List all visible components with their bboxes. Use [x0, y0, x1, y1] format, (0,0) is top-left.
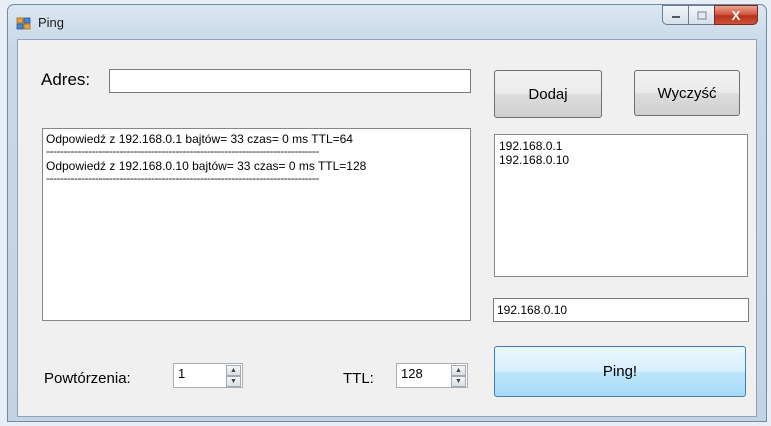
main-window: Ping X Adres: Dodaj Wyczyść Odpowiedź z … [7, 4, 767, 422]
spin-down-icon[interactable]: ▼ [226, 376, 241, 387]
close-icon: X [731, 7, 741, 23]
clear-button[interactable]: Wyczyść [634, 70, 740, 116]
client-area: Adres: Dodaj Wyczyść Odpowiedź z 192.168… [17, 39, 757, 417]
log-line: Odpowiedź z 192.168.0.10 bajtów= 33 czas… [46, 159, 367, 173]
log-list[interactable]: Odpowiedź z 192.168.0.1 bajtów= 33 czas=… [42, 128, 471, 321]
repetitions-label: Powtórzenia: [44, 370, 131, 387]
app-icon [16, 17, 31, 30]
address-input[interactable] [109, 69, 471, 93]
repetitions-spinner[interactable]: 1 ▲ ▼ [173, 363, 243, 388]
maximize-button[interactable] [688, 5, 714, 25]
minimize-button[interactable] [662, 5, 688, 25]
address-list-item[interactable]: 192.168.0.1 [495, 139, 747, 153]
repetitions-spin-buttons: ▲ ▼ [226, 365, 241, 387]
ttl-spin-buttons: ▲ ▼ [451, 365, 466, 387]
log-separator: ----------------------------------------… [46, 147, 319, 156]
title-bar[interactable]: Ping X [8, 5, 766, 39]
address-label: Adres: [41, 70, 91, 89]
ttl-spinner[interactable]: 128 ▲ ▼ [396, 363, 468, 388]
ping-button[interactable]: Ping! [494, 346, 746, 397]
caption-buttons: X [662, 5, 758, 27]
log-line: Odpowiedź z 192.168.0.1 bajtów= 33 czas=… [46, 132, 353, 146]
repetitions-value: 1 [178, 366, 186, 381]
spin-up-icon[interactable]: ▲ [226, 365, 241, 376]
address-list-item[interactable]: 192.168.0.10 [495, 153, 747, 167]
window-title: Ping [38, 15, 65, 30]
ttl-value: 128 [401, 366, 423, 381]
minimize-icon [671, 16, 680, 18]
spin-up-icon[interactable]: ▲ [451, 365, 466, 376]
maximize-icon [696, 10, 707, 20]
ttl-label: TTL: [343, 370, 374, 387]
add-button[interactable]: Dodaj [494, 70, 602, 118]
selected-address-field[interactable]: 192.168.0.10 [493, 298, 749, 322]
log-separator: ----------------------------------------… [46, 174, 319, 183]
spin-down-icon[interactable]: ▼ [451, 376, 466, 387]
address-list[interactable]: 192.168.0.1 192.168.0.10 [494, 134, 748, 277]
close-button[interactable]: X [714, 5, 758, 25]
